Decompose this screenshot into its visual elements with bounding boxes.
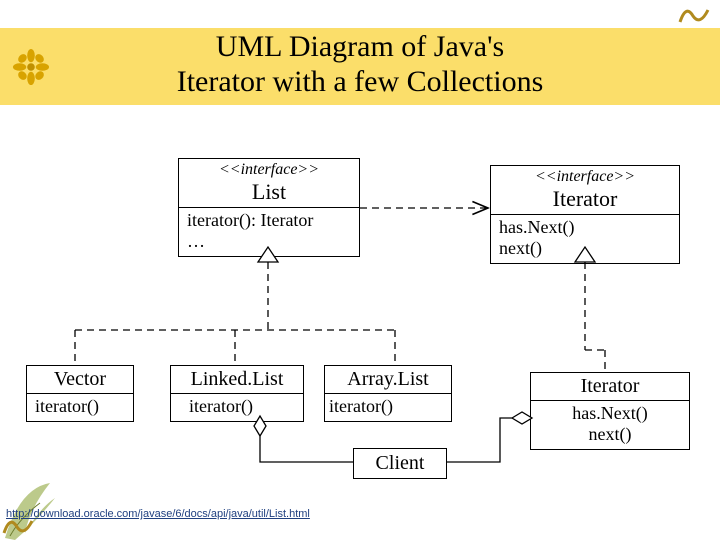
stereotype: <<interface>> [183,161,355,179]
class-name: Linked.List [175,368,299,391]
class-name: Client [376,452,425,474]
operations: iterator() [325,393,451,421]
operations: has.Next() next() [491,214,679,263]
uml-interface-iterator: <<interface>> Iterator has.Next() next() [490,165,680,264]
title-line1: UML Diagram of Java's [216,30,504,63]
operations: iterator() [27,393,133,421]
class-name: Iterator [495,186,675,212]
footer-link[interactable]: http://download.oracle.com/javase/6/docs… [6,508,310,520]
uml-class-list: <<interface>> List iterator(): Iterator … [178,158,360,257]
title-line2: Iterator with a few Collections [177,65,544,98]
operations: iterator() [171,393,303,421]
class-name: List [183,179,355,205]
stereotype: <<interface>> [495,168,675,186]
uml-class-arraylist: Array.List iterator() [324,365,452,422]
class-name: Array.List [329,368,447,391]
flower-bullet-icon [12,48,50,86]
class-name: Iterator [535,375,685,398]
border-swirl-icon [678,2,718,27]
uml-class-vector: Vector iterator() [26,365,134,422]
class-name: Vector [31,368,129,391]
operations: has.Next() next() [531,400,689,449]
uml-class-concrete-iterator: Iterator has.Next() next() [530,372,690,450]
uml-class-client: Client [353,448,447,479]
slide-title: UML Diagram of Java's Iterator with a fe… [0,28,720,105]
uml-class-linkedlist: Linked.List iterator() [170,365,304,422]
operations: iterator(): Iterator … [179,207,359,256]
